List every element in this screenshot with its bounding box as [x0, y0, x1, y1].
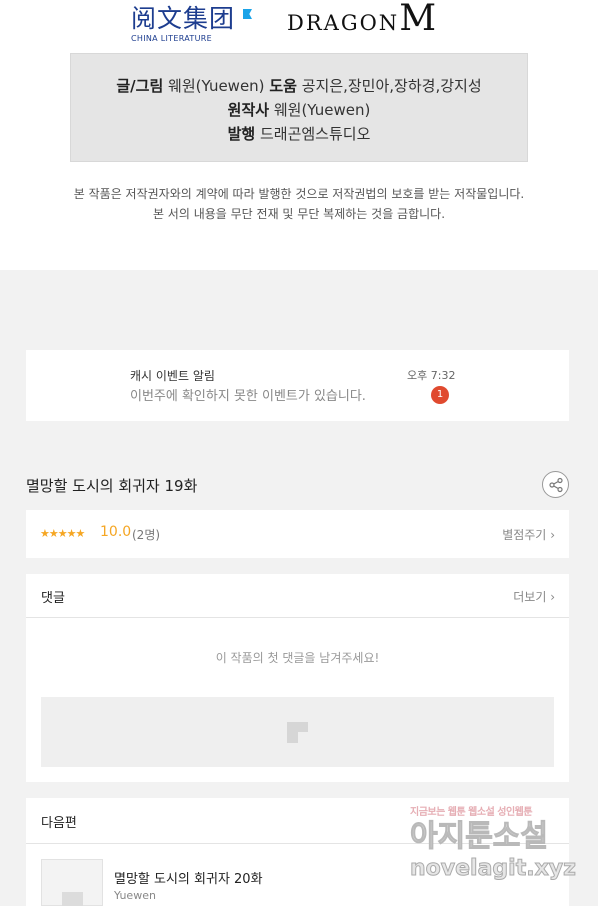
rating-count: (2명)	[132, 528, 161, 542]
comments-section: 댓글 더보기 › 이 작품의 첫 댓글을 남겨주세요!	[26, 574, 569, 782]
comments-title: 댓글	[41, 591, 65, 606]
chevron-right-icon: ›	[550, 528, 555, 542]
comments-header: 댓글 더보기 ›	[26, 574, 569, 618]
image-placeholder-icon	[287, 722, 308, 743]
copyright-notice: 본 작품은 저작권자와의 계약에 따라 발행한 것으로 저작권법의 보호를 받는…	[73, 187, 525, 221]
dragon-m-logo: DRAGONM	[287, 0, 437, 39]
ad-banner[interactable]	[41, 697, 554, 767]
china-literature-logo: 阅文集团 CHINA LITERATURE	[131, 4, 252, 43]
next-episode-link[interactable]: 멸망할 도시의 회귀자 20화	[114, 868, 263, 887]
share-icon	[549, 477, 563, 493]
next-episode-title-label: 다음편	[41, 816, 77, 831]
rate-button[interactable]: 별점주기 ›	[502, 526, 555, 543]
alert-message: 이번주에 확인하지 못한 이벤트가 있습니다.	[130, 389, 366, 404]
alert-badge: 1	[431, 386, 449, 404]
next-episode-thumbnail[interactable]	[41, 859, 103, 906]
rating-score: 10.0	[100, 524, 132, 540]
next-episode-author: Yuewen	[114, 889, 156, 902]
comments-empty-message: 이 작품의 첫 댓글을 남겨주세요!	[215, 651, 380, 665]
credit-line-publisher: 발행 드래곤엠스튜디오	[227, 125, 371, 143]
alert-title: 캐시 이벤트 알림	[130, 369, 215, 383]
cash-event-alert[interactable]: 캐시 이벤트 알림 이번주에 확인하지 못한 이벤트가 있습니다. 오후 7:3…	[26, 350, 569, 421]
watermark: 지금보는 웹툰 웹소설 성인웹툰 아지툰소설 novelagit.xyz	[410, 807, 577, 881]
star-rating-icon: ★★★★★	[40, 527, 85, 540]
chevron-right-icon: ›	[550, 590, 555, 604]
credit-page: 阅文集团 CHINA LITERATURE DRAGONM 글/그림 웨원(Yu…	[0, 0, 598, 270]
alert-time: 오후 7:32	[407, 369, 456, 382]
credit-line-writer: 글/그림 웨원(Yuewen) 도움 공지은,장민아,장하경,강지성	[116, 77, 482, 95]
flag-icon	[243, 9, 252, 19]
rating-bar: ★★★★★ 10.0 (2명) 별점주기 ›	[26, 510, 569, 558]
share-button[interactable]	[542, 471, 569, 498]
credit-line-original: 원작사 웨원(Yuewen)	[227, 101, 371, 119]
image-placeholder-icon	[62, 892, 83, 906]
comments-more-button[interactable]: 더보기 ›	[513, 588, 555, 605]
credits-box: 글/그림 웨원(Yuewen) 도움 공지은,장민아,장하경,강지성 원작사 웨…	[70, 53, 528, 162]
episode-title: 멸망할 도시의 회귀자 19화	[26, 477, 198, 495]
